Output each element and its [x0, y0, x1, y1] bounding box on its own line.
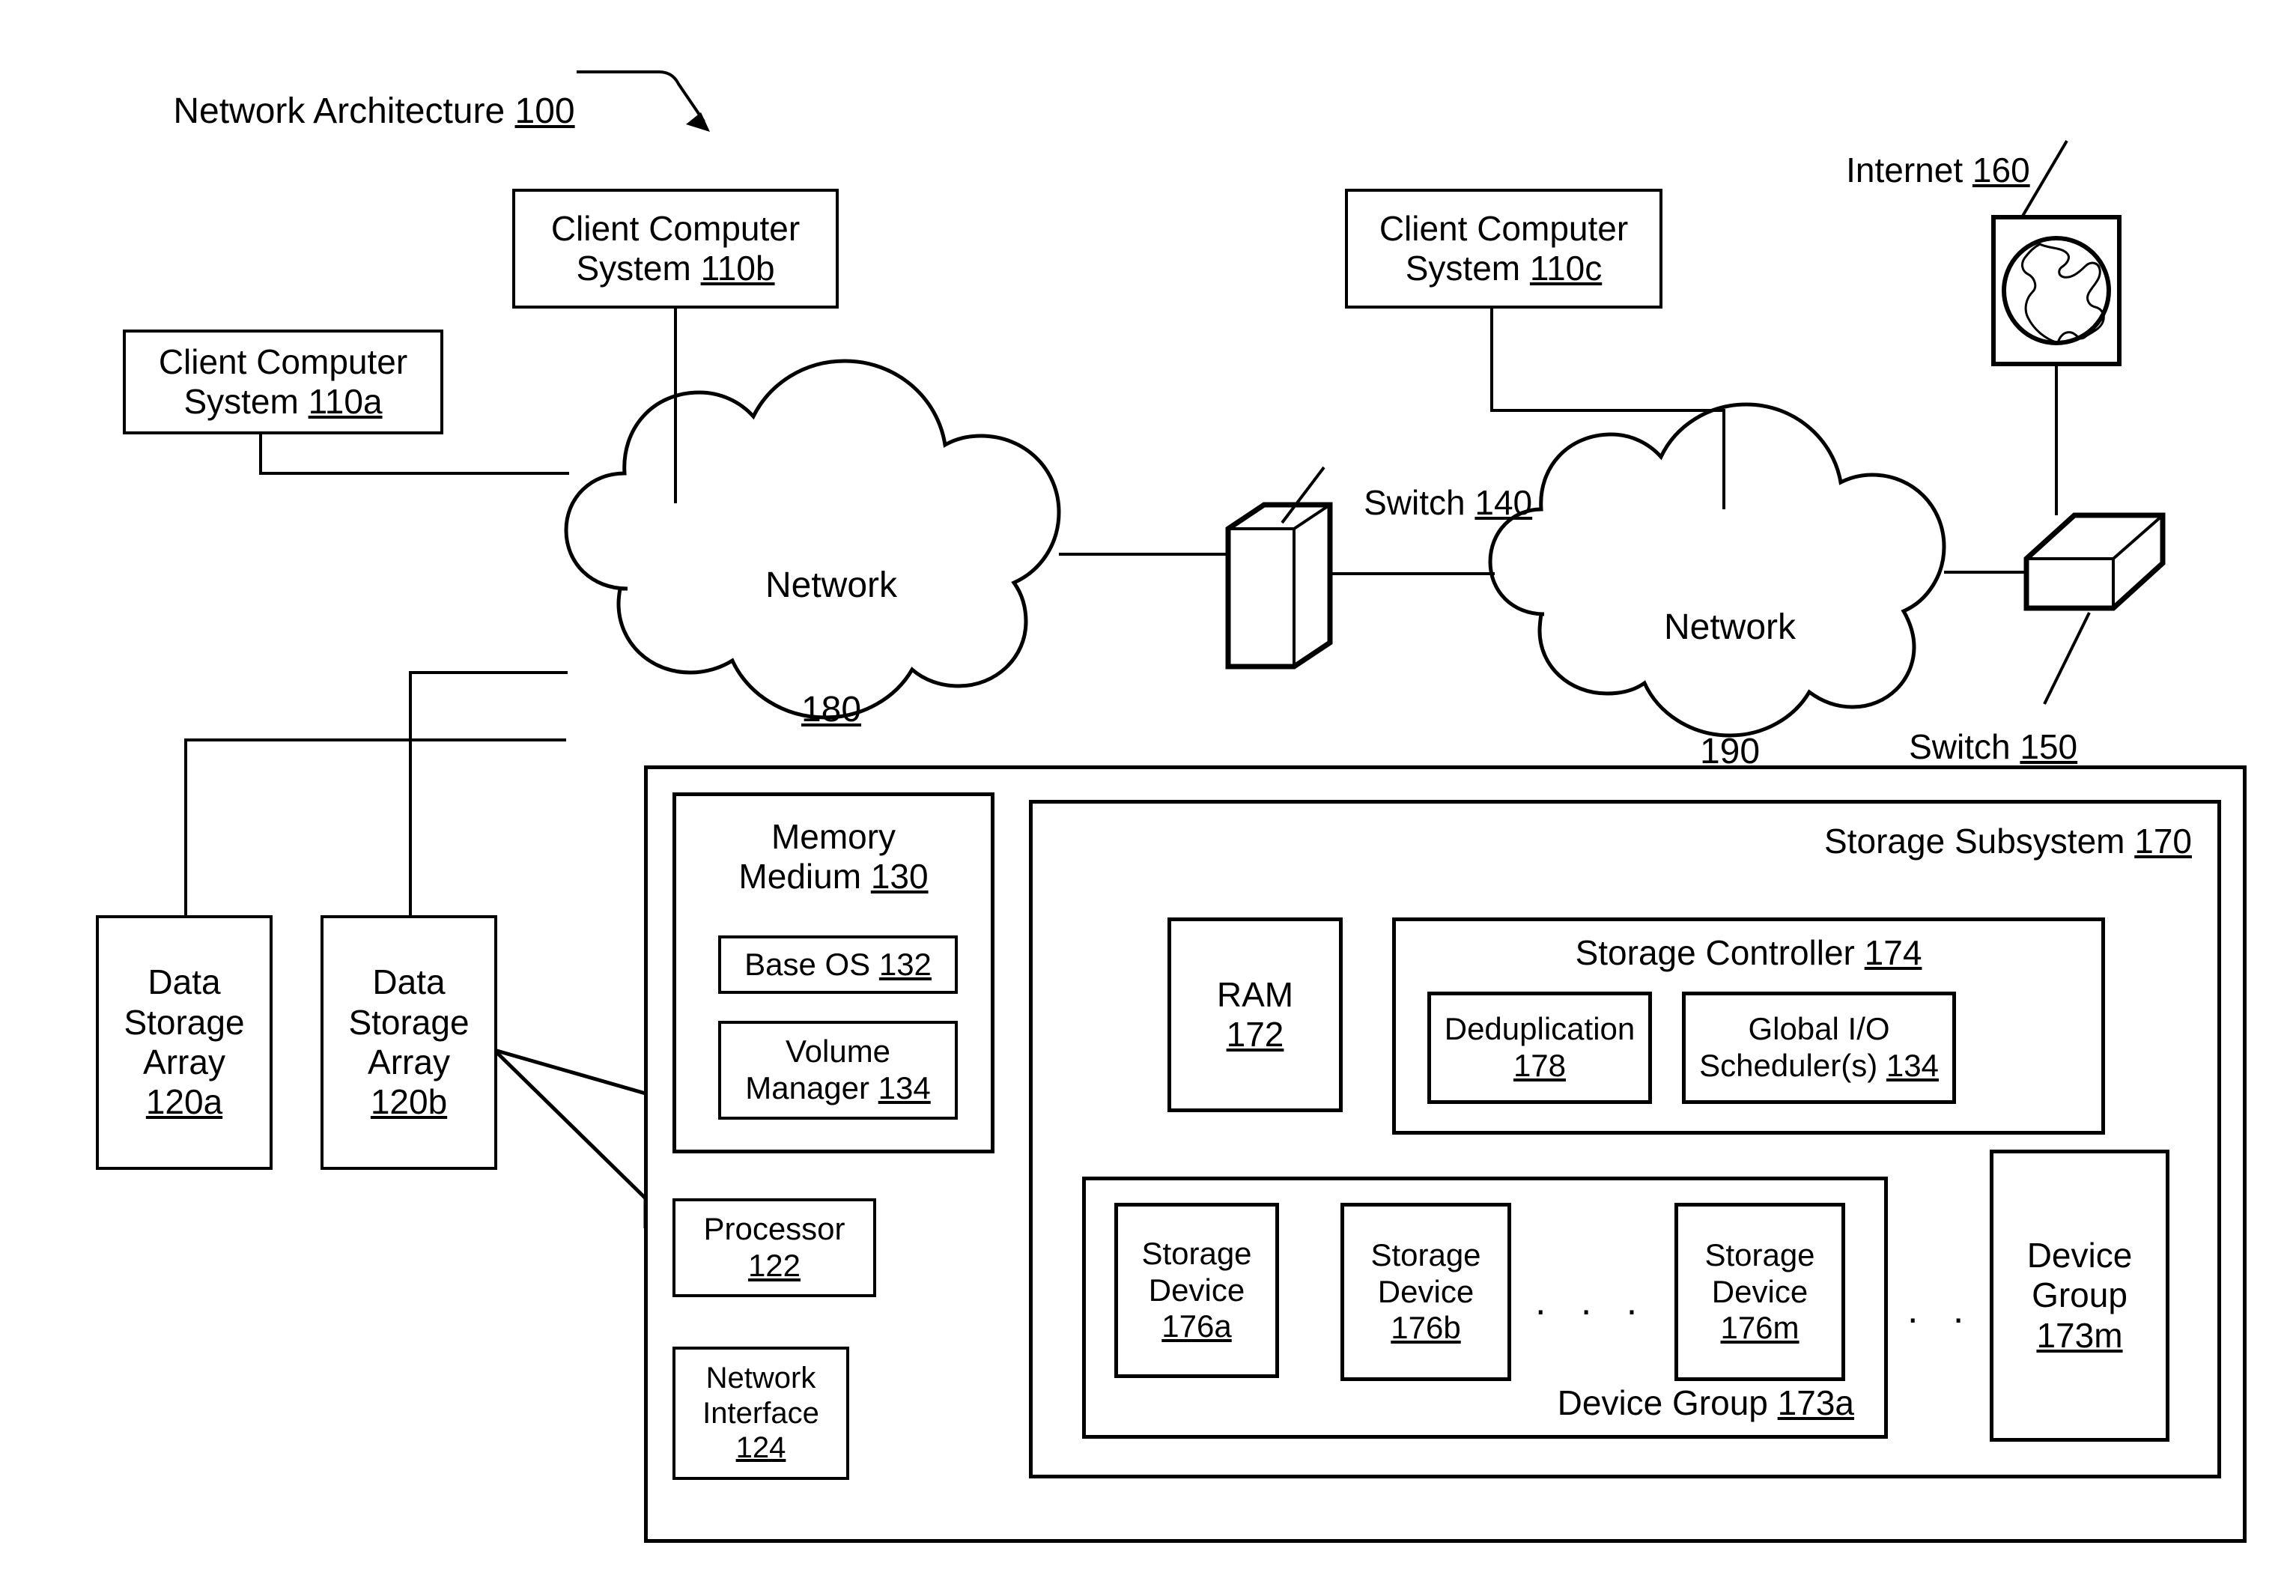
figure-title-text: Network Architecture [173, 91, 515, 132]
data-storage-array-120a[interactable]: Data Storage Array 120a [96, 915, 273, 1170]
global-io-scheduler-134[interactable]: Global I/O Scheduler(s) 134 [1682, 992, 1956, 1104]
storage-device-176b[interactable]: Storage Device 176b [1340, 1203, 1511, 1381]
network-interface-124[interactable]: Network Interface 124 [672, 1347, 849, 1480]
memory-medium-130[interactable]: Memory Medium 130 Base OS 132 Volume Man… [672, 792, 994, 1153]
device-group-173a: Device Group 173a Storage Device 176a St… [1082, 1177, 1888, 1439]
processor-122[interactable]: Processor 122 [672, 1198, 876, 1297]
device-group-173m[interactable]: Device Group 173m [1990, 1150, 2169, 1442]
internet-160-label: Internet 160 [1846, 150, 2030, 189]
client-110b-line1: Client Computer [550, 208, 801, 248]
title-leader-line [577, 70, 705, 123]
link-120a-network180 [184, 738, 566, 915]
client-computer-system-110b[interactable]: Client Computer System 110b [512, 189, 839, 309]
title-leader-arrowhead [686, 112, 710, 132]
volume-manager-134[interactable]: Volume Manager 134 [718, 1021, 958, 1120]
storage-subsystem-170-title: Storage Subsystem 170 [1824, 822, 2192, 861]
switch-140-icon [1225, 502, 1333, 670]
figure-title-ref: 100 [514, 91, 575, 132]
deduplication-178[interactable]: Deduplication 178 [1427, 992, 1652, 1104]
storage-device-176a[interactable]: Storage Device 176a [1114, 1203, 1279, 1378]
device-group-173a-ellipsis: . . . [1535, 1280, 1650, 1323]
patent-figure-network-architecture: Network Architecture 100 Client Computer… [0, 0, 2296, 1596]
storage-controller-174: Storage Controller 174 Deduplication 178… [1392, 917, 2105, 1135]
client-110c-line2: System 110c [1405, 249, 1603, 288]
client-110b-line2: System 110b [576, 249, 775, 288]
storage-device-176m[interactable]: Storage Device 176m [1674, 1203, 1845, 1381]
figure-title: Network Architecture 100 [133, 49, 575, 174]
switch-150-icon [2023, 512, 2166, 611]
device-group-173a-title: Device Group 173a [1557, 1383, 1854, 1422]
client-computer-system-110c[interactable]: Client Computer System 110c [1345, 189, 1662, 309]
ram-172[interactable]: RAM 172 [1167, 917, 1343, 1112]
array-120b-leader-lower [493, 1049, 648, 1228]
memory-medium-130-ref-line: Medium 130 [738, 857, 929, 896]
client-110c-line1: Client Computer [1379, 208, 1629, 248]
data-storage-array-120b[interactable]: Data Storage Array 120b [321, 915, 497, 1170]
network-180-label: Network 180 [765, 565, 898, 729]
client-computer-system-110a[interactable]: Client Computer System 110a [123, 330, 443, 434]
client-110a-line1: Client Computer [158, 342, 408, 381]
storage-controller-174-title: Storage Controller 174 [1575, 933, 1922, 972]
link-110a-network180 [259, 433, 569, 475]
base-os-132[interactable]: Base OS 132 [718, 935, 958, 994]
switch-140-label: Switch 140 [1364, 482, 1533, 522]
storage-subsystem-170: Storage Subsystem 170 RAM 172 Storage Co… [1029, 800, 2221, 1478]
client-110a-line2: System 110a [183, 382, 383, 421]
link-120b-network180 [409, 671, 568, 915]
internet-160-globe-circle [2002, 236, 2111, 345]
